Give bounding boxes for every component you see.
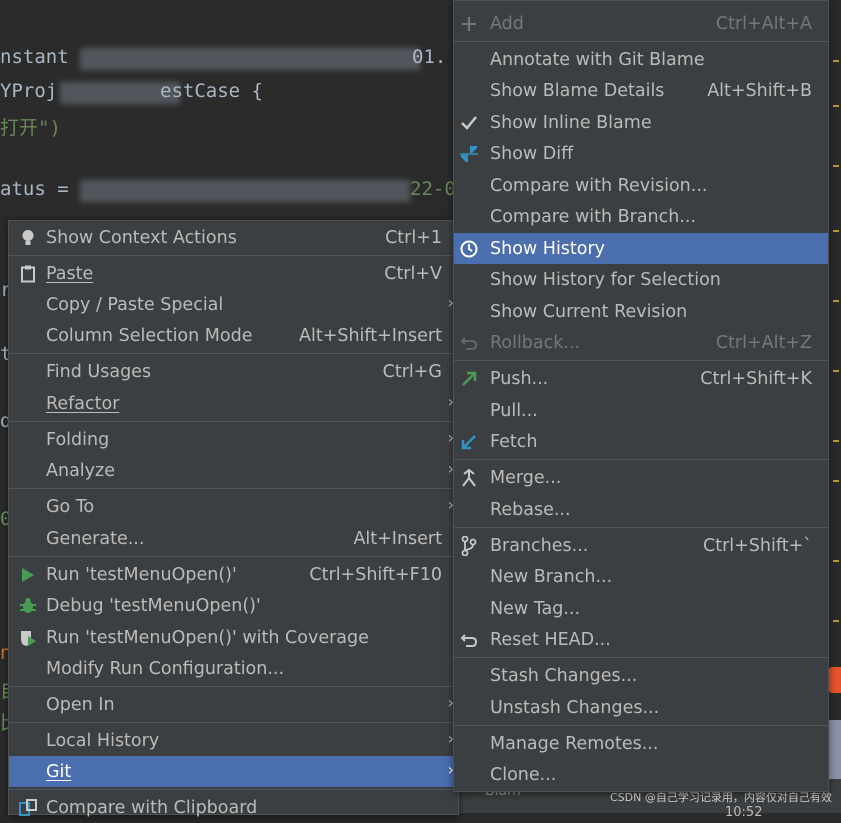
menu-item-show-blame-details[interactable]: Show Blame Details Alt+Shift+B [454,75,828,106]
menu-separator [9,353,458,354]
menu-separator [9,686,458,687]
menu-item-add[interactable]: Add Ctrl+Alt+A [454,8,828,39]
menu-item-rebase[interactable]: Rebase... [454,494,828,525]
menu-item-annotate-git-blame[interactable]: Annotate with Git Blame [454,44,828,75]
menu-separator [9,421,458,422]
clipboard-icon [17,263,39,285]
menu-item-show-history[interactable]: Show History [454,233,828,264]
reset-icon [458,629,480,651]
marker-tick [833,165,839,167]
menu-item-debug-test[interactable]: Debug 'testMenuOpen()' [9,590,458,621]
editor-context-menu: Show Context Actions Ctrl+1 Paste Ctrl+V… [8,220,459,818]
code-line: atus = [0,178,81,200]
marker-tick [833,230,839,232]
menu-item-analyze[interactable]: Analyze › [9,455,458,486]
menu-item-show-current-revision[interactable]: Show Current Revision [454,296,828,327]
menu-item-generate[interactable]: Generate... Alt+Insert [9,523,458,554]
code-line: nstant [0,46,81,68]
menu-item-show-history-selection[interactable]: Show History for Selection [454,264,828,295]
blurred-text [80,180,410,202]
menu-item-local-history[interactable]: Local History › [9,725,458,756]
menu-item-reset-head[interactable]: Reset HEAD... [454,624,828,655]
marker-tick [833,60,839,62]
menu-separator [9,789,458,790]
compare-icon [17,797,39,819]
csdn-logo-icon [829,667,841,693]
menu-separator [454,360,828,361]
menu-item-paste[interactable]: Paste Ctrl+V [9,258,458,289]
menu-item-find-usages[interactable]: Find Usages Ctrl+G [9,356,458,387]
undo-icon [458,332,480,354]
marker-tick [833,560,839,562]
clock-icon [458,238,480,260]
menu-separator [454,527,828,528]
run-icon [17,564,39,586]
menu-separator [454,657,828,658]
marker-tick [833,370,839,372]
menu-item-new-branch[interactable]: New Branch... [454,561,828,592]
menu-item-show-diff[interactable]: Show Diff [454,138,828,169]
check-icon [458,112,480,134]
side-thumbnail [829,720,841,780]
code-line: 01. [412,46,447,68]
code-line: 打开") [0,117,61,139]
menu-item-modify-run-config[interactable]: Modify Run Configuration... [9,653,458,684]
menu-item-show-inline-blame[interactable]: Show Inline Blame [454,107,828,138]
code-line: 22-0 [410,178,456,200]
menu-item-rollback[interactable]: Rollback... Ctrl+Alt+Z [454,327,828,358]
menu-separator [9,556,458,557]
menu-item-folding[interactable]: Folding › [9,424,458,455]
plus-icon [458,13,480,35]
menu-item-push[interactable]: Push... Ctrl+Shift+K [454,363,828,394]
push-arrow-icon [458,368,480,390]
code-line: YProj [0,80,58,102]
menu-separator [9,255,458,256]
menu-item-compare-branch[interactable]: Compare with Branch... [454,201,828,232]
fetch-arrow-icon [458,431,480,453]
menu-item-run-with-coverage[interactable]: Run 'testMenuOpen()' with Coverage [9,622,458,653]
branch-icon [458,535,480,557]
menu-item-branches[interactable]: Branches... Ctrl+Shift+` [454,530,828,561]
menu-item-show-context-actions[interactable]: Show Context Actions Ctrl+1 [9,222,458,253]
menu-item-fetch[interactable]: Fetch [454,426,828,457]
menu-separator [454,459,828,460]
menu-item-clone[interactable]: Clone... [454,759,828,790]
menu-item-git[interactable]: Git › [9,756,458,787]
menu-item-run-test[interactable]: Run 'testMenuOpen()' Ctrl+Shift+F10 [9,559,458,590]
marker-tick [833,480,839,482]
menu-separator [454,41,828,42]
code-line: estCase { [160,80,263,102]
menu-item-stash-changes[interactable]: Stash Changes... [454,660,828,691]
menu-item-manage-remotes[interactable]: Manage Remotes... [454,728,828,759]
blurred-text [80,48,420,70]
menu-separator [9,488,458,489]
menu-item-unstash-changes[interactable]: Unstash Changes... [454,692,828,723]
menu-item-open-in[interactable]: Open In › [9,689,458,720]
menu-item-copy-paste-special[interactable]: Copy / Paste Special › [9,289,458,320]
git-submenu: Add Ctrl+Alt+A Annotate with Git Blame S… [453,0,829,792]
menu-item-merge[interactable]: Merge... [454,462,828,493]
debug-icon [17,595,39,617]
marker-tick [833,300,839,302]
menu-item-compare-clipboard[interactable]: Compare with Clipboard [9,792,458,823]
bulb-icon [17,227,39,249]
diff-icon [458,143,480,165]
menu-item-refactor[interactable]: Refactor › [9,388,458,419]
menu-item-compare-revision[interactable]: Compare with Revision... [454,170,828,201]
marker-tick [833,440,839,442]
merge-icon [458,467,480,489]
menu-item-column-selection-mode[interactable]: Column Selection Mode Alt+Shift+Insert [9,320,458,351]
menu-item-new-tag[interactable]: New Tag... [454,593,828,624]
menu-item-pull[interactable]: Pull... [454,395,828,426]
coverage-icon [17,627,39,649]
marker-tick [833,105,839,107]
menu-separator [9,722,458,723]
menu-separator [454,725,828,726]
marker-tick [833,620,839,622]
menu-item-go-to[interactable]: Go To › [9,491,458,522]
